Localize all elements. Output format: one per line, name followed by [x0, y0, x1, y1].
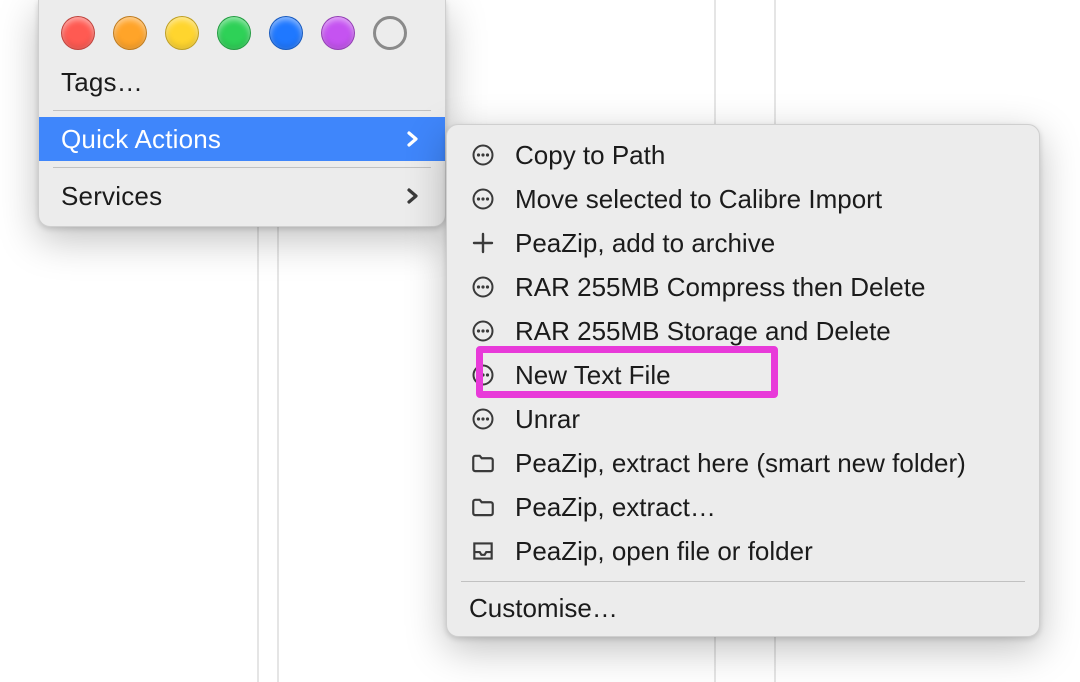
qa-item-label: Unrar — [515, 404, 580, 435]
qa-item-peazip-add[interactable]: PeaZip, add to archive — [447, 221, 1039, 265]
folder-icon — [469, 449, 497, 477]
qa-item-move-calibre[interactable]: Move selected to Calibre Import — [447, 177, 1039, 221]
qa-item-label: PeaZip, add to archive — [515, 228, 775, 259]
qa-item-new-text-file[interactable]: New Text File — [447, 353, 1039, 397]
tag-color-orange[interactable] — [113, 16, 147, 50]
quick-actions-label: Quick Actions — [61, 124, 401, 155]
plus-icon — [469, 229, 497, 257]
qa-item-peazip-extract[interactable]: PeaZip, extract… — [447, 485, 1039, 529]
services-label: Services — [61, 181, 401, 212]
ellipsis-circle-icon — [469, 317, 497, 345]
ellipsis-circle-icon — [469, 185, 497, 213]
customise-label: Customise… — [469, 593, 618, 624]
quick-actions-menu-item[interactable]: Quick Actions — [39, 117, 445, 161]
qa-item-peazip-extract-smart[interactable]: PeaZip, extract here (smart new folder) — [447, 441, 1039, 485]
qa-item-copy-to-path[interactable]: Copy to Path — [447, 133, 1039, 177]
tag-color-yellow[interactable] — [165, 16, 199, 50]
chevron-right-icon — [401, 185, 423, 207]
separator — [461, 581, 1025, 582]
qa-item-rar-storage[interactable]: RAR 255MB Storage and Delete — [447, 309, 1039, 353]
separator — [53, 167, 431, 168]
qa-item-label: RAR 255MB Storage and Delete — [515, 316, 891, 347]
tray-icon — [469, 537, 497, 565]
tags-menu-item[interactable]: Tags… — [39, 60, 445, 104]
separator — [53, 110, 431, 111]
tags-color-row — [39, 12, 445, 60]
tag-color-green[interactable] — [217, 16, 251, 50]
folder-icon — [469, 493, 497, 521]
quick-actions-submenu: Copy to Path Move selected to Calibre Im… — [446, 124, 1040, 637]
qa-item-label: PeaZip, extract… — [515, 492, 716, 523]
tag-color-red[interactable] — [61, 16, 95, 50]
qa-item-label: Copy to Path — [515, 140, 665, 171]
qa-item-peazip-open[interactable]: PeaZip, open file or folder — [447, 529, 1039, 573]
qa-item-rar-compress[interactable]: RAR 255MB Compress then Delete — [447, 265, 1039, 309]
tag-color-blue[interactable] — [269, 16, 303, 50]
ellipsis-circle-icon — [469, 361, 497, 389]
ellipsis-circle-icon — [469, 141, 497, 169]
qa-item-label: PeaZip, extract here (smart new folder) — [515, 448, 966, 479]
qa-item-label: New Text File — [515, 360, 671, 391]
qa-item-unrar[interactable]: Unrar — [447, 397, 1039, 441]
qa-item-label: Move selected to Calibre Import — [515, 184, 882, 215]
tag-color-none[interactable] — [373, 16, 407, 50]
services-menu-item[interactable]: Services — [39, 174, 445, 218]
context-menu-primary: Tags… Quick Actions Services — [38, 0, 446, 227]
tag-color-purple[interactable] — [321, 16, 355, 50]
qa-item-label: RAR 255MB Compress then Delete — [515, 272, 925, 303]
ellipsis-circle-icon — [469, 405, 497, 433]
tags-label: Tags… — [61, 67, 423, 98]
ellipsis-circle-icon — [469, 273, 497, 301]
chevron-right-icon — [401, 128, 423, 150]
qa-item-label: PeaZip, open file or folder — [515, 536, 813, 567]
qa-customise[interactable]: Customise… — [447, 588, 1039, 628]
